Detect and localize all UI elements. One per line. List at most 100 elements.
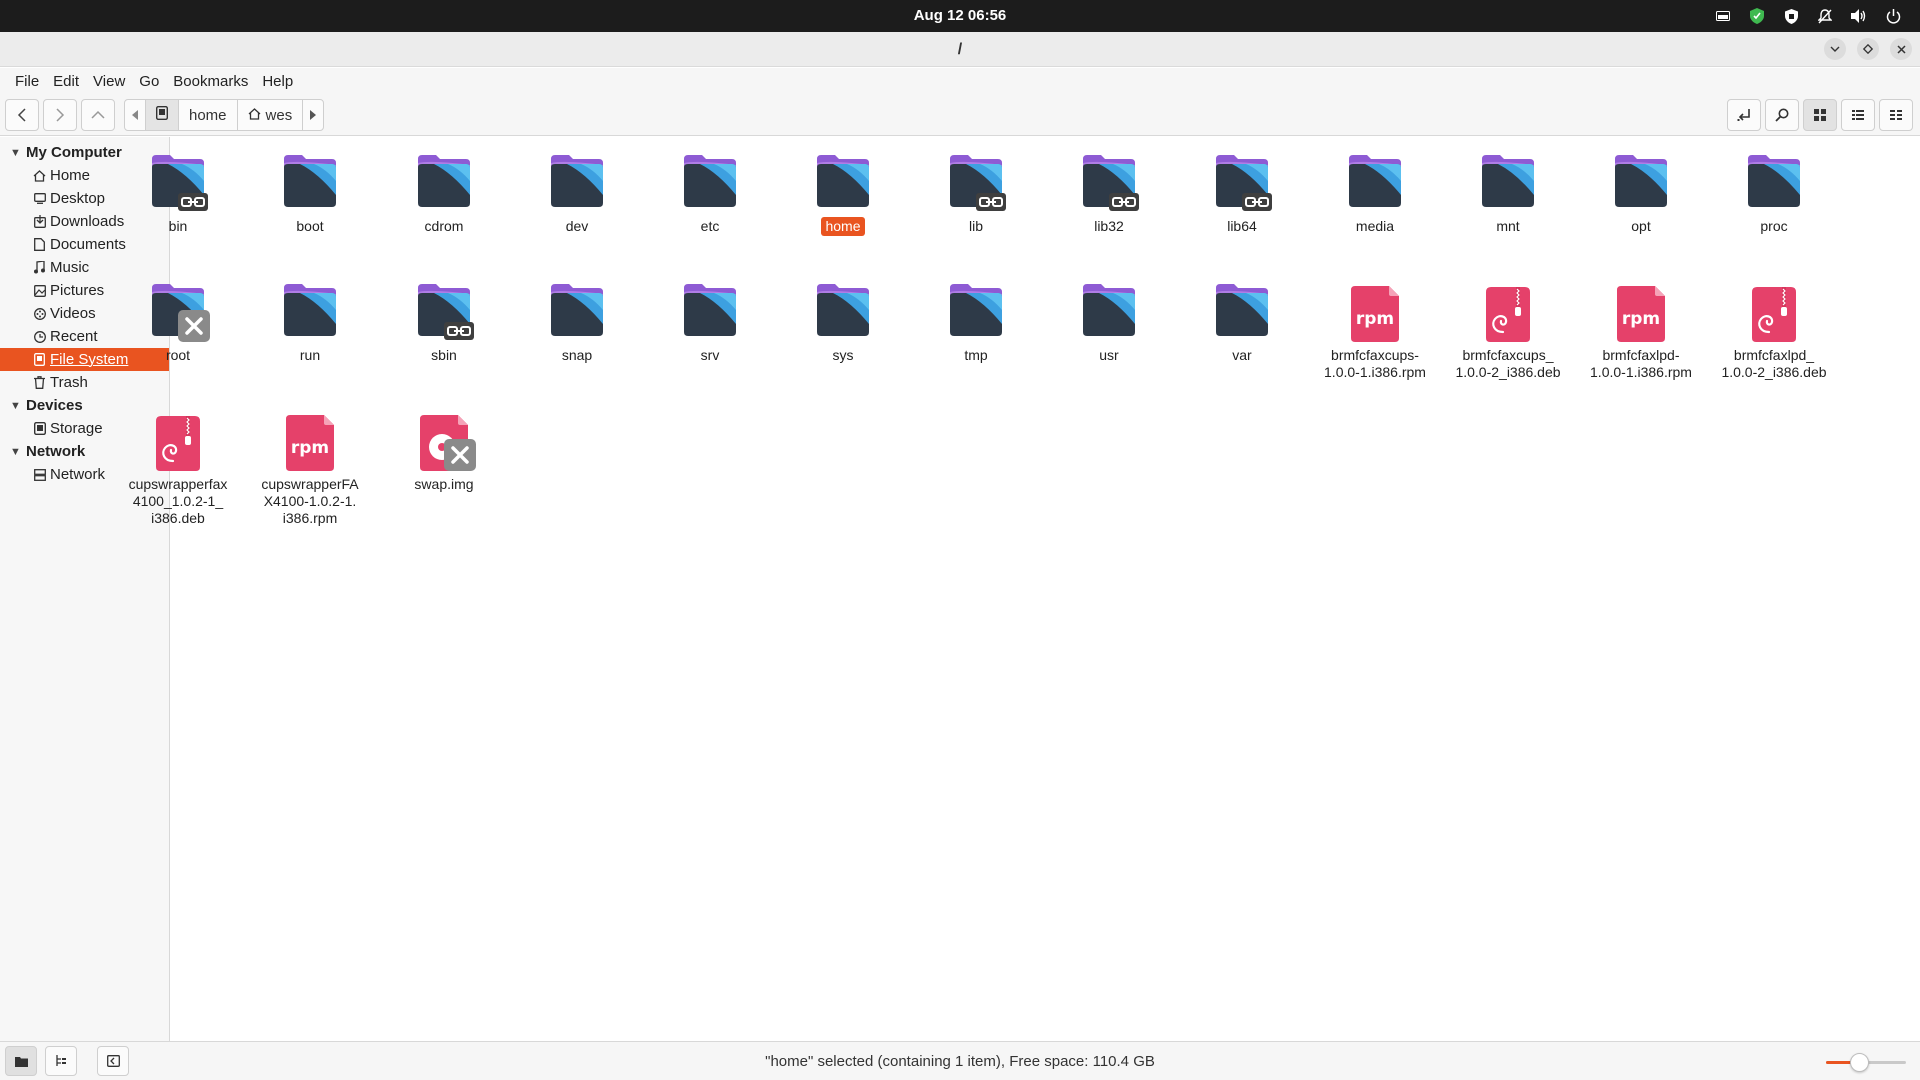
menu-view[interactable]: View — [86, 68, 132, 95]
folder-icon — [278, 280, 342, 344]
breadcrumb-right-arrow[interactable] — [303, 100, 323, 130]
menu-file[interactable]: File — [8, 68, 46, 95]
volume-icon[interactable] — [1842, 0, 1876, 32]
file-item[interactable]: cupswrapperfax 4100_1.0.2-1_ i386.deb — [115, 409, 241, 528]
file-name-label: opt — [1631, 218, 1651, 234]
folder-item[interactable]: sbin — [381, 280, 507, 365]
top-panel: Aug 12 06:56 — [0, 0, 1920, 32]
sidebar-item-label: Network — [50, 466, 106, 483]
monitor-icon[interactable] — [1706, 0, 1740, 32]
folder-item[interactable]: srv — [647, 280, 773, 365]
folder-item[interactable]: dev — [514, 151, 640, 236]
folder-icon — [146, 280, 210, 344]
file-item[interactable]: swap.img — [381, 409, 507, 494]
zoom-slider[interactable] — [1826, 1052, 1906, 1072]
clock[interactable]: Aug 12 06:56 — [0, 0, 1920, 32]
file-name-label: tmp — [964, 347, 988, 363]
expander-down-icon[interactable]: ▼ — [10, 400, 26, 412]
folder-item[interactable]: mnt — [1445, 151, 1571, 236]
icon-view-button[interactable] — [1803, 99, 1837, 131]
menu-go[interactable]: Go — [132, 68, 166, 95]
folder-item[interactable]: var — [1179, 280, 1305, 365]
forward-button[interactable] — [43, 99, 77, 131]
back-button[interactable] — [5, 99, 39, 131]
folder-icon — [1210, 151, 1274, 215]
folder-item[interactable]: bin — [115, 151, 241, 236]
folder-item[interactable]: boot — [247, 151, 373, 236]
shield-check-icon[interactable] — [1740, 0, 1774, 32]
sidebar-item-label: Storage — [50, 420, 103, 437]
window-titlebar[interactable]: / — [0, 32, 1920, 67]
notifications-off-icon[interactable] — [1808, 0, 1842, 32]
shield-icon[interactable] — [1774, 0, 1808, 32]
drive-icon — [155, 105, 169, 124]
sidebar-section-title: My Computer — [26, 144, 122, 161]
sidebar-item-label: Pictures — [50, 282, 105, 299]
file-item[interactable]: brmfcfaxcups_ 1.0.0-2_i386.deb — [1445, 280, 1571, 382]
expander-down-icon[interactable]: ▼ — [10, 147, 26, 159]
folder-item[interactable]: cdrom — [381, 151, 507, 236]
folder-item[interactable]: run — [247, 280, 373, 365]
menu-help[interactable]: Help — [255, 68, 300, 95]
menu-bookmarks[interactable]: Bookmarks — [166, 68, 255, 95]
folder-icon — [811, 151, 875, 215]
breadcrumb-home[interactable]: home — [179, 100, 238, 130]
sidebar-item-trash[interactable]: Trash — [0, 371, 169, 394]
folder-item[interactable]: sys — [780, 280, 906, 365]
folder-item[interactable]: media — [1312, 151, 1438, 236]
sidebar-item-music[interactable]: Music — [0, 256, 169, 279]
zoom-knob[interactable] — [1850, 1053, 1869, 1072]
toggle-location-button[interactable] — [1727, 99, 1761, 131]
file-item[interactable]: rpm brmfcfaxlpd- 1.0.0-1.i386.rpm — [1578, 280, 1704, 382]
file-name-label: lib64 — [1227, 218, 1257, 234]
file-name-label: sys — [832, 347, 854, 363]
folder-icon — [944, 280, 1008, 344]
minimize-button[interactable] — [1824, 38, 1846, 60]
file-name-label: root — [165, 347, 191, 363]
search-button[interactable] — [1765, 99, 1799, 131]
close-button[interactable] — [1890, 38, 1912, 60]
breadcrumb-root[interactable] — [146, 100, 179, 130]
deb-package-icon — [1476, 280, 1540, 344]
breadcrumb-left-arrow[interactable] — [125, 100, 146, 130]
drive-icon — [30, 422, 49, 435]
folder-item[interactable]: home — [780, 151, 906, 236]
rpm-package-icon: rpm — [278, 409, 342, 473]
expander-down-icon[interactable]: ▼ — [10, 446, 26, 458]
file-grid[interactable]: bin boot cdrom dev etc home lib lib32 lib64 media… — [129, 137, 1920, 1041]
folder-icon — [412, 280, 476, 344]
rpm-package-icon: rpm — [1343, 280, 1407, 344]
sidebar-item-documents[interactable]: Documents — [0, 233, 169, 256]
folder-item[interactable]: proc — [1711, 151, 1837, 236]
system-tray — [1706, 0, 1910, 32]
file-item[interactable]: rpm brmfcfaxcups- 1.0.0-1.i386.rpm — [1312, 280, 1438, 382]
up-button[interactable] — [81, 99, 115, 131]
statusbar: "home" selected (containing 1 item), Fre… — [0, 1041, 1920, 1080]
file-item[interactable]: brmfcfaxlpd_ 1.0.0-2_i386.deb — [1711, 280, 1837, 382]
folder-item[interactable]: tmp — [913, 280, 1039, 365]
menu-edit[interactable]: Edit — [46, 68, 86, 95]
folder-item[interactable]: opt — [1578, 151, 1704, 236]
folder-icon — [1077, 151, 1141, 215]
folder-item[interactable]: snap — [514, 280, 640, 365]
file-name-label: etc — [700, 218, 720, 234]
compact-view-button[interactable] — [1879, 99, 1913, 131]
folder-item[interactable]: lib64 — [1179, 151, 1305, 236]
svg-text:rpm: rpm — [1622, 309, 1660, 329]
list-view-button[interactable] — [1841, 99, 1875, 131]
file-name-label: var — [1232, 347, 1252, 363]
folder-item[interactable]: usr — [1046, 280, 1172, 365]
folder-item[interactable]: lib32 — [1046, 151, 1172, 236]
sidebar-item-label: Home — [50, 167, 91, 184]
symlink-emblem-icon — [1242, 193, 1272, 211]
maximize-button[interactable] — [1857, 38, 1879, 60]
file-name-label: lib — [968, 218, 983, 234]
symlink-emblem-icon — [444, 322, 474, 340]
file-item[interactable]: rpm cupswrapperFA X4100-1.0.2-1. i386.rpm — [247, 409, 373, 528]
breadcrumb-wes[interactable]: wes — [238, 100, 304, 130]
folder-item[interactable]: etc — [647, 151, 773, 236]
power-icon[interactable] — [1876, 0, 1910, 32]
sidebar-section-title: Devices — [26, 397, 83, 414]
folder-item[interactable]: lib — [913, 151, 1039, 236]
folder-item[interactable]: root — [115, 280, 241, 365]
